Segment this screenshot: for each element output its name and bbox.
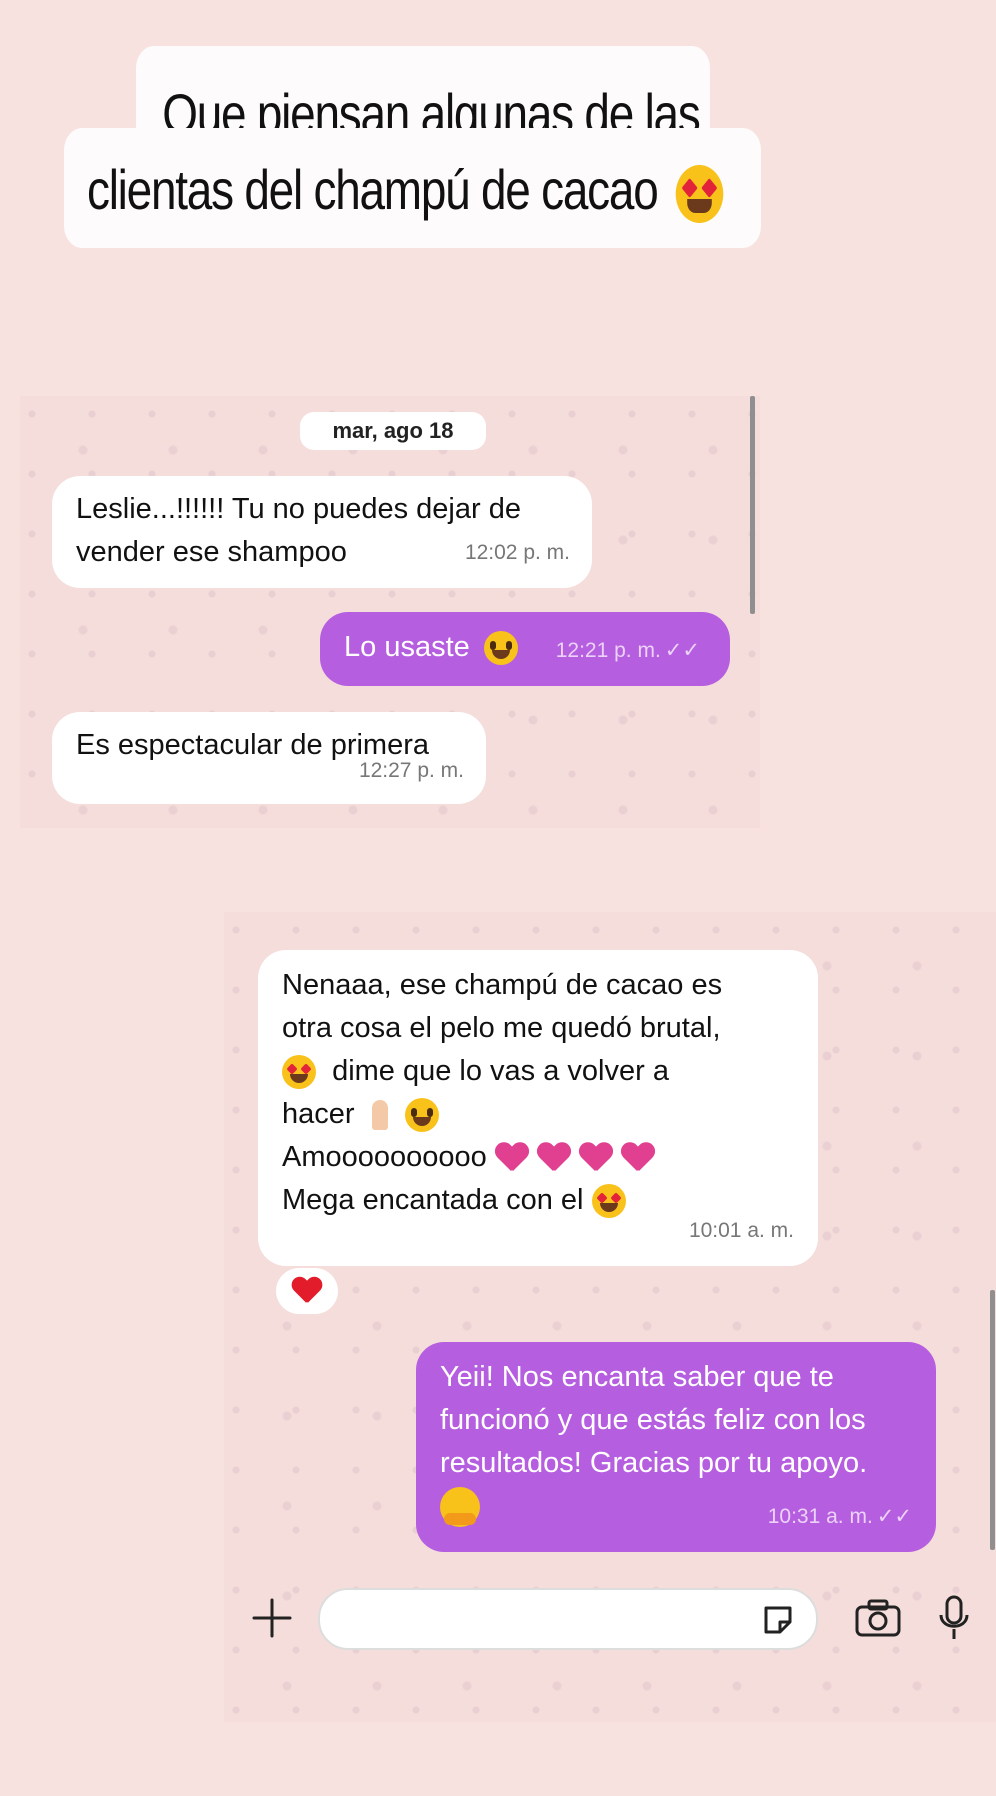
red-heart-icon — [292, 1278, 323, 1305]
sticker-icon[interactable] — [760, 1602, 796, 1638]
message-time: 12:27 p. m. — [358, 759, 464, 782]
message-incoming-3[interactable]: Nenaaa, ese champú de cacao es otra cosa… — [258, 950, 818, 1266]
sparkling-heart-emoji-icon — [621, 1143, 655, 1173]
double-check-icon: ✓✓ — [664, 639, 700, 662]
message-outgoing-2[interactable]: Yeii! Nos encanta saber que te funcionó … — [416, 1342, 936, 1552]
message-incoming-2[interactable]: Es espectacular de primera 12:27 p. m. — [52, 712, 486, 804]
camera-icon[interactable] — [854, 1598, 902, 1638]
message-input-bar — [224, 1580, 996, 1660]
date-separator: mar, ago 18 — [300, 412, 486, 450]
grinning-face-emoji-icon — [404, 1098, 439, 1133]
heart-eyes-emoji-icon — [591, 1184, 626, 1219]
scrollbar[interactable] — [990, 1290, 995, 1550]
message-time: 12:02 p. m. — [464, 541, 570, 564]
heart-eyes-emoji-icon — [675, 165, 724, 224]
sparkling-heart-emoji-icon — [537, 1143, 571, 1173]
plus-icon[interactable] — [250, 1596, 294, 1640]
sparkling-heart-emoji-icon — [495, 1143, 529, 1173]
reaction-badge[interactable] — [276, 1268, 338, 1314]
message-time: 12:21 p. m. ✓✓ — [555, 639, 700, 662]
grinning-face-emoji-icon — [483, 631, 518, 666]
microphone-icon[interactable] — [936, 1594, 972, 1642]
message-time: 10:31 a. m. ✓✓ — [767, 1505, 912, 1528]
message-input[interactable] — [318, 1588, 818, 1650]
hugging-face-emoji-icon — [440, 1487, 480, 1528]
scrollbar[interactable] — [750, 396, 755, 614]
message-outgoing-1[interactable]: Lo usaste 12:21 p. m. ✓✓ — [320, 612, 730, 686]
folded-hands-emoji-icon — [363, 1098, 397, 1132]
heart-eyes-emoji-icon — [282, 1055, 316, 1090]
message-time: 10:01 a. m. — [688, 1219, 794, 1242]
sparkling-heart-emoji-icon — [579, 1143, 613, 1173]
message-incoming-1[interactable]: Leslie...!!!!!! Tu no puedes dejar de ve… — [52, 476, 592, 588]
chat-screenshot-1: mar, ago 18 Leslie...!!!!!! Tu no puedes… — [20, 396, 760, 828]
caption-line-2: clientas del champú de cacao — [64, 128, 761, 248]
chat-screenshot-2: Nenaaa, ese champú de cacao es otra cosa… — [224, 912, 996, 1722]
double-check-icon: ✓✓ — [876, 1505, 912, 1528]
